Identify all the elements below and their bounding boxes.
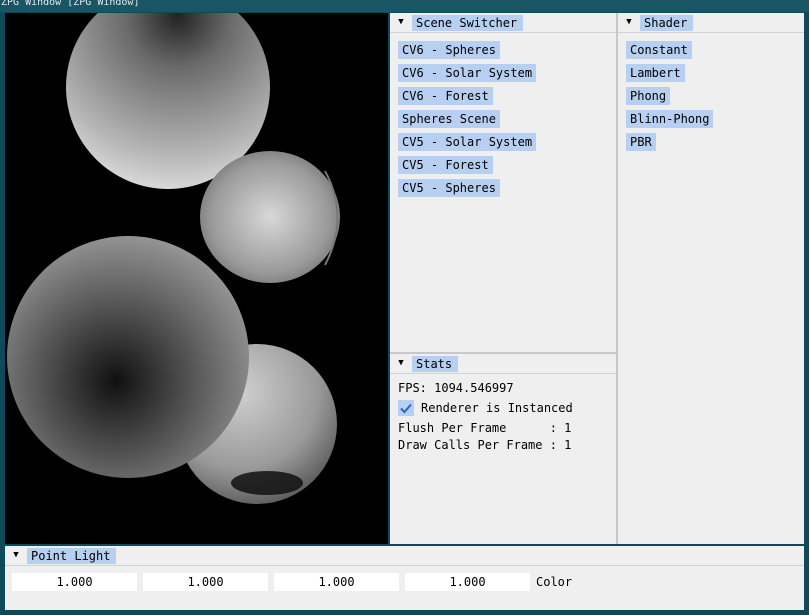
collapse-arrow-icon[interactable]: ▼: [624, 17, 634, 28]
stats-tab[interactable]: Stats: [412, 356, 459, 372]
color-label: Color: [536, 575, 573, 589]
app-window: ZPG Window [ZPG Window] ▼ Scene Switcher…: [0, 0, 809, 615]
scene-switcher-panel: ▼ Scene Switcher CV6 - Spheres CV6 - Sol…: [390, 13, 616, 352]
shader-button-pbr[interactable]: PBR: [626, 133, 656, 151]
window-titlebar[interactable]: ZPG Window [ZPG Window]: [0, 0, 809, 12]
scene-button-cv5-forest[interactable]: CV5 - Forest: [398, 156, 493, 174]
shader-header: ▼ Shader: [618, 13, 804, 33]
collapse-arrow-icon[interactable]: ▼: [396, 17, 406, 28]
scene-button-cv6-solar-system[interactable]: CV6 - Solar System: [398, 64, 537, 82]
stats-header: ▼ Stats: [390, 354, 616, 374]
point-light-header: ▼ Point Light: [5, 546, 804, 566]
scene-switcher-header: ▼ Scene Switcher: [390, 13, 616, 33]
color-a-field[interactable]: 1.000: [405, 573, 530, 591]
collapse-arrow-icon[interactable]: ▼: [11, 550, 21, 561]
window-title: ZPG Window [ZPG Window]: [1, 0, 140, 8]
fps-readout: FPS: 1094.546997: [398, 381, 514, 395]
shader-button-lambert[interactable]: Lambert: [626, 64, 685, 82]
shader-panel: ▼ Shader Constant Lambert Phong Blinn-Ph…: [618, 13, 804, 544]
renderer-instanced-checkbox[interactable]: [398, 400, 414, 416]
shader-tab[interactable]: Shader: [640, 15, 694, 31]
shader-button-phong[interactable]: Phong: [626, 87, 671, 105]
scene-button-cv6-forest[interactable]: CV6 - Forest: [398, 87, 493, 105]
check-icon: [400, 403, 412, 414]
shader-button-blinn-phong[interactable]: Blinn-Phong: [626, 110, 714, 128]
sphere-middle: [200, 151, 340, 283]
scene-button-spheres-scene[interactable]: Spheres Scene: [398, 110, 500, 128]
flush-per-frame: Flush Per Frame : 1: [398, 421, 572, 435]
scene-button-cv5-spheres[interactable]: CV5 - Spheres: [398, 179, 500, 197]
stats-panel: ▼ Stats FPS: 1094.546997 Renderer is Ins…: [390, 354, 616, 544]
scene-render: [7, 13, 340, 504]
shader-button-constant[interactable]: Constant: [626, 41, 692, 59]
draw-calls-per-frame: Draw Calls Per Frame : 1: [398, 438, 572, 452]
point-light-tab[interactable]: Point Light: [27, 548, 117, 564]
color-g-field[interactable]: 1.000: [143, 573, 268, 591]
color-b-field[interactable]: 1.000: [274, 573, 399, 591]
scene-switcher-tab[interactable]: Scene Switcher: [412, 15, 524, 31]
color-r-field[interactable]: 1.000: [12, 573, 137, 591]
renderer-instanced-label: Renderer is Instanced: [421, 401, 573, 415]
scene-button-cv6-spheres[interactable]: CV6 - Spheres: [398, 41, 500, 59]
collapse-arrow-icon[interactable]: ▼: [396, 358, 406, 369]
scene-button-cv5-solar-system[interactable]: CV5 - Solar System: [398, 133, 537, 151]
sphere-large-left: [7, 236, 249, 478]
render-viewport[interactable]: [5, 13, 388, 544]
